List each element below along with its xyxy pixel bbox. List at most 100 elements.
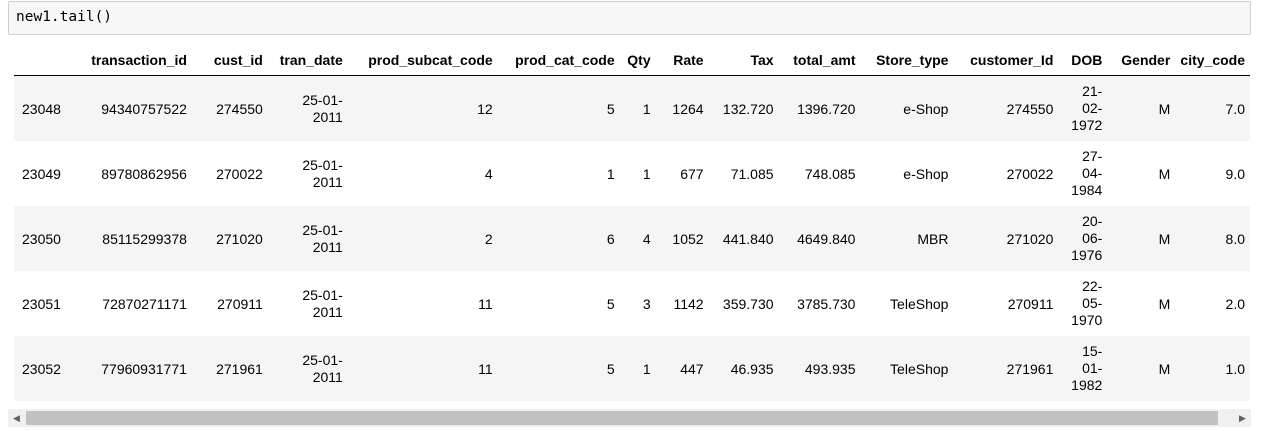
horizontal-scrollbar[interactable]: ◀ ▶ — [8, 409, 1251, 427]
table-cell: 4 — [619, 206, 656, 271]
column-header: Gender — [1107, 45, 1176, 76]
table-cell: 1 — [497, 141, 620, 206]
column-header: Qty — [619, 45, 656, 76]
table-row: 23050 85115299378 271020 25-01-2011 2 6 … — [14, 206, 1250, 271]
table-cell: 274550 — [953, 75, 1059, 141]
table-cell: 6 — [497, 206, 620, 271]
header-row: transaction_id cust_id tran_date prod_su… — [14, 45, 1250, 76]
column-header: transaction_id — [75, 45, 192, 76]
column-header: prod_cat_code — [497, 45, 620, 76]
scroll-right-arrow-icon[interactable]: ▶ — [1234, 409, 1251, 427]
table-cell: 1264 — [655, 75, 709, 141]
table-cell: 3785.730 — [778, 271, 861, 336]
table-cell: 359.730 — [708, 271, 779, 336]
table-cell: 271020 — [191, 206, 268, 271]
column-header: Tax — [708, 45, 779, 76]
table-cell: M — [1107, 206, 1176, 271]
table-cell: 1.0 — [1175, 336, 1250, 401]
table-cell: 72870271171 — [75, 271, 192, 336]
table-cell: M — [1107, 271, 1176, 336]
column-header: cust_id — [191, 45, 268, 76]
table-cell: 25-01-2011 — [267, 336, 348, 401]
table-cell: 1142 — [655, 271, 709, 336]
table-cell: 9.0 — [1175, 141, 1250, 206]
table-cell: M — [1107, 141, 1176, 206]
table-cell: 15-01-1982 — [1058, 336, 1108, 401]
scroll-left-arrow-icon[interactable]: ◀ — [8, 409, 25, 427]
table-cell: 2.0 — [1175, 271, 1250, 336]
table-cell: 270022 — [953, 141, 1059, 206]
column-header: tran_date — [267, 45, 348, 76]
table-cell: 271961 — [953, 336, 1059, 401]
table-cell: 20-06-1976 — [1058, 206, 1108, 271]
table-cell: 271961 — [191, 336, 268, 401]
table-cell: 4 — [347, 141, 498, 206]
table-cell: 11 — [347, 271, 498, 336]
table-cell: 3 — [619, 271, 656, 336]
table-cell: 5 — [497, 336, 620, 401]
table-cell: 1396.720 — [778, 75, 861, 141]
table-cell: 271020 — [953, 206, 1059, 271]
table-cell: 12 — [347, 75, 498, 141]
table-cell: 441.840 — [708, 206, 779, 271]
table-row: 23049 89780862956 270022 25-01-2011 4 1 … — [14, 141, 1250, 206]
column-header: prod_subcat_code — [347, 45, 498, 76]
table-cell: 5 — [497, 75, 620, 141]
table-cell: 94340757522 — [75, 75, 192, 141]
row-index: 23048 — [14, 75, 76, 141]
table-cell: 748.085 — [778, 141, 861, 206]
scrollbar-thumb[interactable] — [26, 411, 1218, 425]
output-area: transaction_id cust_id tran_date prod_su… — [14, 45, 1250, 405]
table-cell: TeleShop — [860, 271, 954, 336]
table-cell: 8.0 — [1175, 206, 1250, 271]
table-cell: 25-01-2011 — [267, 271, 348, 336]
table-cell: 1 — [619, 75, 656, 141]
table-cell: 25-01-2011 — [267, 75, 348, 141]
table-cell: 77960931771 — [75, 336, 192, 401]
table-cell: 46.935 — [708, 336, 779, 401]
table-cell: e-Shop — [860, 141, 954, 206]
table-row: 23048 94340757522 274550 25-01-2011 12 5… — [14, 75, 1250, 141]
table-cell: TeleShop — [860, 336, 954, 401]
table-cell: 4649.840 — [778, 206, 861, 271]
row-index: 23051 — [14, 271, 76, 336]
table-cell: 274550 — [191, 75, 268, 141]
table-cell: 21-02-1972 — [1058, 75, 1108, 141]
table-cell: 71.085 — [708, 141, 779, 206]
table-cell: 1 — [619, 336, 656, 401]
code-cell-input[interactable]: new1.tail() — [8, 1, 1251, 35]
table-cell: 447 — [655, 336, 709, 401]
table-cell: 1 — [619, 141, 656, 206]
table-cell: 5 — [497, 271, 620, 336]
table-cell: 270911 — [953, 271, 1059, 336]
table-cell: 25-01-2011 — [267, 206, 348, 271]
column-header: Store_type — [860, 45, 954, 76]
column-header: Rate — [655, 45, 709, 76]
table-row: 23051 72870271171 270911 25-01-2011 11 5… — [14, 271, 1250, 336]
column-header: city_code — [1175, 45, 1250, 76]
row-index: 23049 — [14, 141, 76, 206]
table-cell: 677 — [655, 141, 709, 206]
table-cell: 27-04-1984 — [1058, 141, 1108, 206]
table-cell: 7.0 — [1175, 75, 1250, 141]
table-cell: 89780862956 — [75, 141, 192, 206]
table-cell: 2 — [347, 206, 498, 271]
row-index: 23050 — [14, 206, 76, 271]
table-cell: 22-05-1970 — [1058, 271, 1108, 336]
table-cell: 270022 — [191, 141, 268, 206]
table-cell: 270911 — [191, 271, 268, 336]
table-cell: 25-01-2011 — [267, 141, 348, 206]
table-cell: M — [1107, 336, 1176, 401]
table-cell: 493.935 — [778, 336, 861, 401]
dataframe-table: transaction_id cust_id tran_date prod_su… — [14, 45, 1250, 401]
table-cell: MBR — [860, 206, 954, 271]
table-cell: e-Shop — [860, 75, 954, 141]
table-cell: M — [1107, 75, 1176, 141]
column-header: DOB — [1058, 45, 1108, 76]
column-header: customer_Id — [953, 45, 1059, 76]
column-header: total_amt — [778, 45, 861, 76]
table-cell: 1052 — [655, 206, 709, 271]
column-header-index — [14, 45, 76, 76]
table-cell: 85115299378 — [75, 206, 192, 271]
table-cell: 11 — [347, 336, 498, 401]
